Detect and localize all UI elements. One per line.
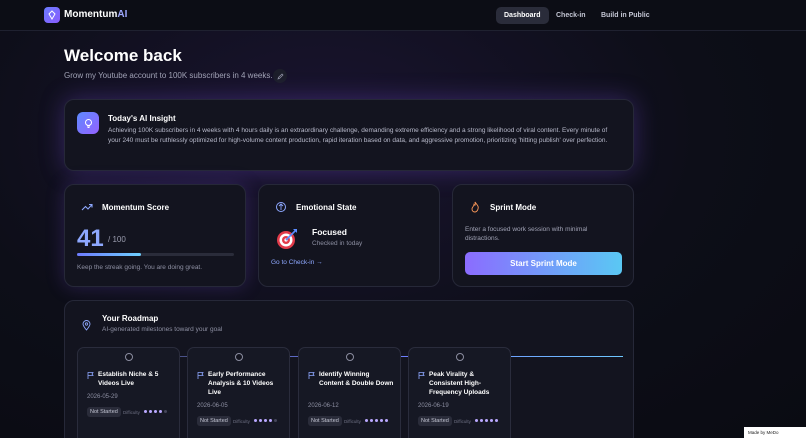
roadmap-title: Your Roadmap xyxy=(102,314,159,323)
lightbulb-icon xyxy=(77,112,99,134)
score-title: Momentum Score xyxy=(102,203,170,212)
ai-insight-card: Today's AI Insight Achieving 100K subscr… xyxy=(64,99,634,171)
score-note: Keep the streak going. You are doing gre… xyxy=(77,264,203,271)
compass-icon xyxy=(276,202,286,212)
start-sprint-button[interactable]: Start Sprint Mode xyxy=(465,252,622,275)
difficulty-label: Difficulty xyxy=(344,419,361,424)
milestone-status: Not Started xyxy=(197,416,231,426)
difficulty-dot xyxy=(480,419,483,422)
difficulty-dot xyxy=(274,419,277,422)
difficulty-dot xyxy=(485,419,488,422)
emotion-state: Focused xyxy=(312,227,347,237)
difficulty-dot xyxy=(159,410,162,413)
flag-icon xyxy=(308,372,315,379)
difficulty-dot xyxy=(154,410,157,413)
milestone-status: Not Started xyxy=(418,416,452,426)
milestone-node xyxy=(456,353,464,361)
page-title: Welcome back xyxy=(64,46,182,65)
app-name: MomentumAI xyxy=(64,9,128,20)
emotion-title: Emotional State xyxy=(296,203,357,212)
trending-up-icon xyxy=(81,203,93,211)
emotion-sub: Checked in today xyxy=(312,240,363,247)
milestone-status: Not Started xyxy=(87,407,121,417)
difficulty-dot xyxy=(269,419,272,422)
sprint-title: Sprint Mode xyxy=(490,203,537,212)
milestone-card[interactable]: Establish Niche & 5 Videos Live 2026-05-2… xyxy=(77,347,180,438)
difficulty-dot xyxy=(370,419,373,422)
difficulty-dot xyxy=(490,419,493,422)
difficulty-dot xyxy=(264,419,267,422)
milestone-title: Identify Winning Content & Double Down xyxy=(319,371,394,387)
milestone-title: Early Performance Analysis & 10 Videos L… xyxy=(208,371,274,396)
flag-icon xyxy=(197,372,204,379)
score-progress-bar xyxy=(77,253,234,256)
goal-text: Grow my Youtube account to 100K subscrib… xyxy=(64,71,273,80)
difficulty-dot xyxy=(365,419,368,422)
difficulty-rating xyxy=(365,419,388,422)
made-by-badge[interactable]: Made by MeDo xyxy=(744,427,806,438)
roadmap-card: Your Roadmap AI-generated milestones tow… xyxy=(64,300,634,438)
sprint-mode-card: Sprint Mode Enter a focused work session… xyxy=(452,184,634,287)
emotional-state-card: Emotional State Focused Checked in today… xyxy=(258,184,440,287)
difficulty-dot xyxy=(149,410,152,413)
difficulty-rating xyxy=(475,419,498,422)
milestone-node xyxy=(235,353,243,361)
milestone-card[interactable]: Early Performance Analysis & 10 Videos L… xyxy=(187,347,290,438)
insight-title: Today's AI Insight xyxy=(108,114,176,123)
milestone-date: 2026-05-29 xyxy=(87,394,118,400)
difficulty-dot xyxy=(259,419,262,422)
difficulty-dot xyxy=(254,419,257,422)
difficulty-rating xyxy=(144,410,167,413)
nav-check-in[interactable]: Check-in xyxy=(548,7,594,24)
milestone-date: 2026-06-05 xyxy=(197,403,228,409)
logo-icon xyxy=(44,7,60,23)
difficulty-dot xyxy=(375,419,378,422)
momentum-score-card: Momentum Score 41 / 100 Keep the streak … xyxy=(64,184,246,287)
milestone-title: Peak Virality & Consistent High-Frequenc… xyxy=(429,371,490,396)
milestone-card[interactable]: Identify Winning Content & Double Down 20… xyxy=(298,347,401,438)
difficulty-rating xyxy=(254,419,277,422)
target-icon xyxy=(277,229,297,249)
edit-goal-button[interactable] xyxy=(273,69,287,83)
score-progress-fill xyxy=(77,253,142,256)
pencil-icon xyxy=(276,73,283,80)
top-nav: MomentumAI Dashboard Check-in Build in P… xyxy=(0,0,806,31)
difficulty-dot xyxy=(495,419,498,422)
milestone-date: 2026-06-12 xyxy=(308,403,339,409)
nav-dashboard[interactable]: Dashboard xyxy=(496,7,549,24)
score-max: / 100 xyxy=(108,235,126,244)
flame-icon xyxy=(471,201,479,213)
roadmap-subtitle: AI-generated milestones toward your goal xyxy=(102,326,223,333)
difficulty-label: Difficulty xyxy=(454,419,471,424)
milestone-node xyxy=(346,353,354,361)
difficulty-dot xyxy=(380,419,383,422)
go-to-check-in-link[interactable]: Go to Check-in → xyxy=(271,259,323,266)
insight-text: Achieving 100K subscribers in 4 weeks wi… xyxy=(108,127,608,144)
sprint-description: Enter a focused work session with minima… xyxy=(465,226,588,242)
flag-icon xyxy=(418,372,425,379)
milestone-card[interactable]: Peak Virality & Consistent High-Frequenc… xyxy=(408,347,511,438)
arrow-right-icon: → xyxy=(316,259,323,266)
difficulty-label: Difficulty xyxy=(123,410,140,415)
flag-icon xyxy=(87,372,94,379)
milestone-node xyxy=(125,353,133,361)
difficulty-dot xyxy=(164,410,167,413)
difficulty-dot xyxy=(385,419,388,422)
milestone-title: Establish Niche & 5 Videos Live xyxy=(98,371,159,387)
milestone-status: Not Started xyxy=(308,416,342,426)
difficulty-dot xyxy=(144,410,147,413)
difficulty-dot xyxy=(475,419,478,422)
nav-build-in-public[interactable]: Build in Public xyxy=(593,7,658,24)
score-value: 41 xyxy=(77,225,104,252)
map-pin-icon xyxy=(82,320,91,331)
milestone-date: 2026-06-19 xyxy=(418,403,449,409)
difficulty-label: Difficulty xyxy=(233,419,250,424)
